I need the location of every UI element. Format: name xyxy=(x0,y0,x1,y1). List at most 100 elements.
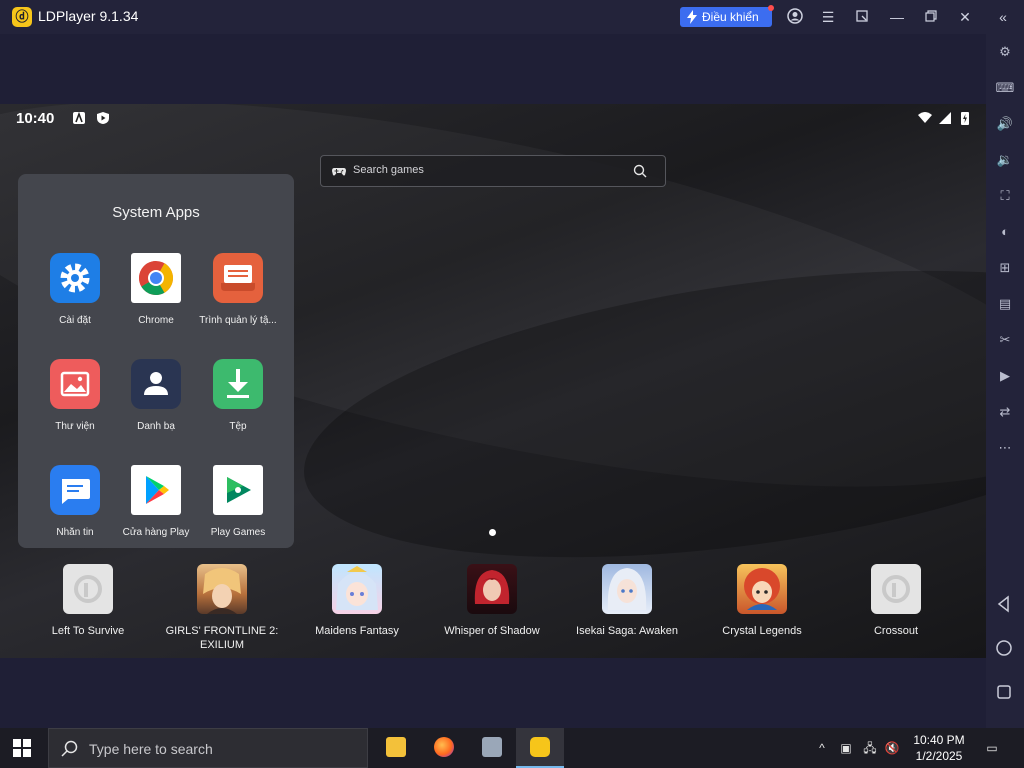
app-files[interactable]: Tệp xyxy=(197,359,279,432)
windows-start-icon[interactable] xyxy=(12,738,32,758)
taskbar-firefox[interactable] xyxy=(420,728,468,768)
wifi-icon xyxy=(918,112,932,123)
lightning-icon xyxy=(687,10,697,24)
placeholder-app-icon xyxy=(871,564,921,614)
network-icon[interactable]: 🖧 xyxy=(862,740,878,756)
fullscreen-icon[interactable]: ⛶ xyxy=(995,186,1015,206)
dock-app-maidens-fantasy[interactable]: Maidens Fantasy xyxy=(290,564,424,638)
search-games-bar[interactable]: Search games xyxy=(320,155,666,187)
app-label: Danh bạ xyxy=(137,421,175,432)
app-label: Crystal Legends xyxy=(722,625,802,637)
scissors-icon[interactable]: ✂ xyxy=(995,330,1015,350)
app-label: GIRLS' FRONTLINE 2: EXILIUM xyxy=(165,625,279,651)
app-settings[interactable]: Cài đặt xyxy=(34,253,116,326)
recents-icon[interactable] xyxy=(994,682,1014,702)
record-video-icon[interactable]: ▶ xyxy=(995,366,1015,386)
settings-icon xyxy=(50,253,100,303)
game-icon xyxy=(467,564,517,614)
account-icon[interactable] xyxy=(786,8,804,26)
control-button[interactable]: Điều khiển xyxy=(680,5,774,27)
taskbar-search-placeholder: Type here to search xyxy=(89,741,213,757)
home-icon[interactable] xyxy=(994,638,1014,658)
ldplayer-icon xyxy=(530,737,550,757)
app-label: Cài đặt xyxy=(59,315,91,326)
chrome-icon xyxy=(131,253,181,303)
game-icon xyxy=(332,564,382,614)
taskbar-search-box[interactable]: Type here to search xyxy=(48,728,368,768)
file-manager-icon xyxy=(213,253,263,303)
app-file-manager[interactable]: Trình quản lý tậ... xyxy=(197,253,279,326)
dock-app-left-to-survive[interactable]: Left To Survive xyxy=(21,564,155,638)
dock-app-whisper-of-shadow[interactable]: Whisper of Shadow xyxy=(425,564,559,638)
android-home-screen: 10:40 Search games System Apps Cài đặt C… xyxy=(0,104,986,658)
volume-muted-icon[interactable]: 🔇 xyxy=(884,740,900,756)
mouse-lock-icon[interactable]: ◐ xyxy=(995,222,1015,242)
volume-up-icon[interactable]: 🔊 xyxy=(995,114,1015,134)
clock-date: 1/2/2025 xyxy=(915,749,963,763)
app-contacts[interactable]: Danh bạ xyxy=(115,359,197,432)
dock-app-crystal-legends[interactable]: Crystal Legends xyxy=(695,564,829,638)
menu-icon[interactable]: ☰ xyxy=(819,8,837,26)
app-label: Play Games xyxy=(210,527,266,538)
app-play-store[interactable]: Cửa hàng Play xyxy=(115,465,197,538)
folder-title: System Apps xyxy=(112,204,200,221)
app-label: Chrome xyxy=(138,315,174,326)
play-store-icon xyxy=(131,465,181,515)
notification-dot xyxy=(768,5,774,11)
taskbar-clock[interactable]: 10:40 PM 1/2/2025 xyxy=(900,732,978,764)
page-indicator xyxy=(489,529,496,536)
placeholder-app-icon xyxy=(63,564,113,614)
app-play-games[interactable]: Play Games xyxy=(197,465,279,538)
notification-center-icon[interactable]: ▭ xyxy=(984,740,1000,756)
emulator-frame-top xyxy=(0,34,986,104)
app-label: Left To Survive xyxy=(51,625,125,637)
keyboard-icon[interactable]: ⌨ xyxy=(995,78,1015,98)
control-button-label: Điều khiển xyxy=(702,10,759,24)
sync-icon[interactable]: ⇄ xyxy=(995,402,1015,422)
notification-a-icon xyxy=(73,111,85,124)
search-placeholder: Search games xyxy=(353,164,424,176)
window-app-icon xyxy=(482,737,502,757)
minimize-to-tray-icon[interactable] xyxy=(853,8,871,26)
restore-icon[interactable] xyxy=(922,8,940,26)
volume-down-icon[interactable]: 🔉 xyxy=(995,150,1015,170)
search-icon[interactable] xyxy=(633,164,647,178)
tray-chevron-up-icon[interactable]: ^ xyxy=(814,740,830,756)
app-chrome[interactable]: Chrome xyxy=(115,253,197,326)
add-window-icon[interactable]: ⊞ xyxy=(995,258,1015,278)
battery-icon xyxy=(961,112,969,125)
dock-app-isekai-saga[interactable]: Isekai Saga: Awaken xyxy=(560,564,694,638)
taskbar-app[interactable] xyxy=(468,728,516,768)
shield-play-icon xyxy=(97,112,109,124)
app-label: Isekai Saga: Awaken xyxy=(576,625,678,637)
system-apps-folder: System Apps Cài đặt Chrome Trình quản lý… xyxy=(18,174,294,548)
emulator-frame-bottom xyxy=(0,658,986,728)
more-icon[interactable]: ⋯ xyxy=(995,438,1015,458)
dock-app-girls-frontline-2[interactable]: GIRLS' FRONTLINE 2: EXILIUM xyxy=(155,564,289,652)
apk-install-icon[interactable]: ▤ xyxy=(995,294,1015,314)
search-icon xyxy=(61,740,78,757)
folder-icon xyxy=(386,737,406,757)
app-label: Tệp xyxy=(229,421,247,432)
android-status-bar: 10:40 xyxy=(0,104,986,132)
app-label: Nhắn tin xyxy=(56,527,94,538)
collapse-sidebar-icon[interactable]: « xyxy=(994,8,1012,26)
minimize-icon[interactable]: — xyxy=(888,8,906,26)
gallery-icon xyxy=(50,359,100,409)
gear-icon[interactable]: ⚙ xyxy=(995,42,1015,62)
close-icon[interactable]: ✕ xyxy=(956,8,974,26)
app-messages[interactable]: Nhắn tin xyxy=(34,465,116,538)
back-icon[interactable] xyxy=(994,594,1014,614)
app-gallery[interactable]: Thư viện xyxy=(34,359,116,432)
dock-app-crossout[interactable]: Crossout xyxy=(829,564,963,638)
game-icon xyxy=(197,564,247,614)
app-label: Trình quản lý tậ... xyxy=(199,315,277,326)
taskbar-ldplayer[interactable] xyxy=(516,728,564,768)
gamepad-icon xyxy=(332,168,346,176)
window-title: LDPlayer 9.1.34 xyxy=(38,8,139,24)
title-bar: ⓓ LDPlayer 9.1.34 Điều khiển ☰ — ✕ « xyxy=(0,0,1024,34)
tray-app-icon[interactable]: ▣ xyxy=(838,740,854,756)
taskbar-file-explorer[interactable] xyxy=(372,728,420,768)
app-label: Thư viện xyxy=(55,421,95,432)
clock-time: 10:40 PM xyxy=(913,733,965,747)
